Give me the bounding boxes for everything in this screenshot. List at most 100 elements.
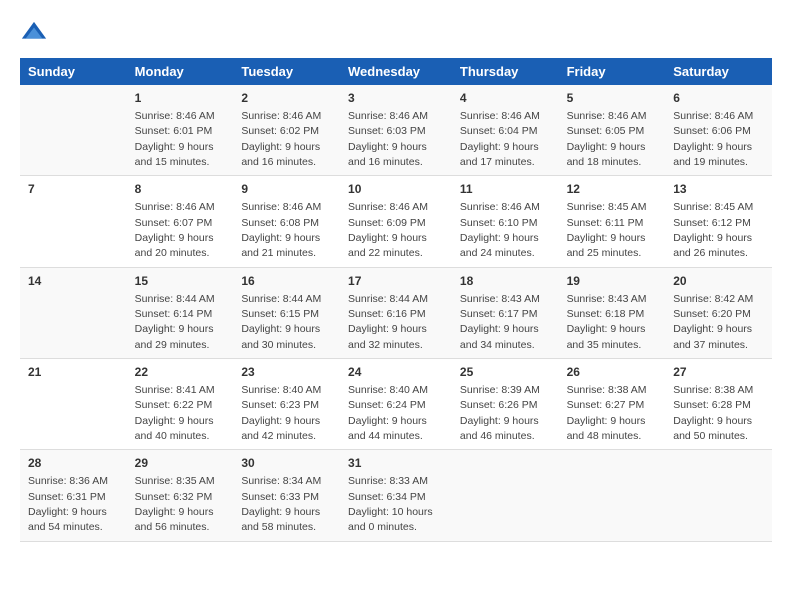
day-detail: Sunrise: 8:46 AMSunset: 6:10 PMDaylight:…: [460, 201, 540, 259]
day-number: 14: [28, 273, 119, 290]
day-detail: Sunrise: 8:40 AMSunset: 6:24 PMDaylight:…: [348, 384, 428, 442]
calendar-cell: 27 Sunrise: 8:38 AMSunset: 6:28 PMDayligh…: [665, 359, 772, 450]
day-detail: Sunrise: 8:46 AMSunset: 6:03 PMDaylight:…: [348, 110, 428, 168]
day-number: 4: [460, 90, 551, 107]
day-detail: Sunrise: 8:46 AMSunset: 6:09 PMDaylight:…: [348, 201, 428, 259]
header: [20, 20, 772, 48]
day-number: 27: [673, 364, 764, 381]
calendar-row-2: 14 15 Sunrise: 8:44 AMSunset: 6:14 PMDayli…: [20, 267, 772, 358]
day-number: 19: [567, 273, 658, 290]
calendar-cell: 11 Sunrise: 8:46 AMSunset: 6:10 PMDayligh…: [452, 176, 559, 267]
day-detail: Sunrise: 8:41 AMSunset: 6:22 PMDaylight:…: [135, 384, 215, 442]
header-cell-wednesday: Wednesday: [340, 58, 452, 85]
calendar-header: SundayMondayTuesdayWednesdayThursdayFrid…: [20, 58, 772, 85]
header-cell-tuesday: Tuesday: [233, 58, 340, 85]
calendar-cell: 30 Sunrise: 8:34 AMSunset: 6:33 PMDayligh…: [233, 450, 340, 541]
calendar-cell: 5Sunrise: 8:46 AMSunset: 6:05 PMDaylight…: [559, 85, 666, 176]
calendar-cell: 22 Sunrise: 8:41 AMSunset: 6:22 PMDayligh…: [127, 359, 234, 450]
calendar-cell: 31Sunrise: 8:33 AMSunset: 6:34 PMDayligh…: [340, 450, 452, 541]
calendar-cell: 19 Sunrise: 8:43 AMSunset: 6:18 PMDayligh…: [559, 267, 666, 358]
day-detail: Sunrise: 8:46 AMSunset: 6:01 PMDaylight:…: [135, 110, 215, 168]
calendar-cell: 23 Sunrise: 8:40 AMSunset: 6:23 PMDayligh…: [233, 359, 340, 450]
day-number: 28: [28, 455, 119, 472]
day-number: 29: [135, 455, 226, 472]
header-cell-friday: Friday: [559, 58, 666, 85]
day-number: 3: [348, 90, 444, 107]
day-detail: Sunrise: 8:44 AMSunset: 6:16 PMDaylight:…: [348, 293, 428, 351]
day-detail: Sunrise: 8:38 AMSunset: 6:27 PMDaylight:…: [567, 384, 647, 442]
day-detail: Sunrise: 8:36 AMSunset: 6:31 PMDaylight:…: [28, 475, 108, 533]
day-detail: Sunrise: 8:43 AMSunset: 6:18 PMDaylight:…: [567, 293, 647, 351]
day-detail: Sunrise: 8:40 AMSunset: 6:23 PMDaylight:…: [241, 384, 321, 442]
day-detail: Sunrise: 8:35 AMSunset: 6:32 PMDaylight:…: [135, 475, 215, 533]
calendar-row-4: 28 Sunrise: 8:36 AMSunset: 6:31 PMDayligh…: [20, 450, 772, 541]
day-number: 16: [241, 273, 332, 290]
day-number: 15: [135, 273, 226, 290]
calendar-cell: 26 Sunrise: 8:38 AMSunset: 6:27 PMDayligh…: [559, 359, 666, 450]
day-number: 17: [348, 273, 444, 290]
calendar-cell: 17 Sunrise: 8:44 AMSunset: 6:16 PMDayligh…: [340, 267, 452, 358]
calendar-table: SundayMondayTuesdayWednesdayThursdayFrid…: [20, 58, 772, 542]
day-number: 20: [673, 273, 764, 290]
day-number: 2: [241, 90, 332, 107]
calendar-cell: 24 Sunrise: 8:40 AMSunset: 6:24 PMDayligh…: [340, 359, 452, 450]
day-number: 9: [241, 181, 332, 198]
day-detail: Sunrise: 8:44 AMSunset: 6:14 PMDaylight:…: [135, 293, 215, 351]
day-number: 30: [241, 455, 332, 472]
day-number: 31: [348, 455, 444, 472]
day-number: 11: [460, 181, 551, 198]
header-cell-monday: Monday: [127, 58, 234, 85]
day-detail: Sunrise: 8:34 AMSunset: 6:33 PMDaylight:…: [241, 475, 321, 533]
header-cell-sunday: Sunday: [20, 58, 127, 85]
day-detail: Sunrise: 8:45 AMSunset: 6:11 PMDaylight:…: [567, 201, 647, 259]
logo: [20, 20, 52, 48]
calendar-cell: [20, 85, 127, 176]
day-number: 5: [567, 90, 658, 107]
calendar-cell: 6 Sunrise: 8:46 AMSunset: 6:06 PMDaylight…: [665, 85, 772, 176]
day-detail: Sunrise: 8:38 AMSunset: 6:28 PMDaylight:…: [673, 384, 753, 442]
header-row: SundayMondayTuesdayWednesdayThursdayFrid…: [20, 58, 772, 85]
calendar-cell: 13 Sunrise: 8:45 AMSunset: 6:12 PMDayligh…: [665, 176, 772, 267]
day-number: 21: [28, 364, 119, 381]
day-detail: Sunrise: 8:46 AMSunset: 6:02 PMDaylight:…: [241, 110, 321, 168]
day-number: 13: [673, 181, 764, 198]
calendar-cell: 12 Sunrise: 8:45 AMSunset: 6:11 PMDayligh…: [559, 176, 666, 267]
day-number: 26: [567, 364, 658, 381]
day-detail: Sunrise: 8:45 AMSunset: 6:12 PMDaylight:…: [673, 201, 753, 259]
day-number: 22: [135, 364, 226, 381]
calendar-cell: 1 Sunrise: 8:46 AMSunset: 6:01 PMDaylight…: [127, 85, 234, 176]
day-number: 6: [673, 90, 764, 107]
calendar-cell: 3 Sunrise: 8:46 AMSunset: 6:03 PMDaylight…: [340, 85, 452, 176]
day-detail: Sunrise: 8:39 AMSunset: 6:26 PMDaylight:…: [460, 384, 540, 442]
calendar-cell: 10 Sunrise: 8:46 AMSunset: 6:09 PMDayligh…: [340, 176, 452, 267]
calendar-cell: 4 Sunrise: 8:46 AMSunset: 6:04 PMDaylight…: [452, 85, 559, 176]
header-cell-saturday: Saturday: [665, 58, 772, 85]
calendar-cell: 16Sunrise: 8:44 AMSunset: 6:15 PMDayligh…: [233, 267, 340, 358]
calendar-row-0: 1 Sunrise: 8:46 AMSunset: 6:01 PMDaylight…: [20, 85, 772, 176]
calendar-row-1: 78 Sunrise: 8:46 AMSunset: 6:07 PMDayligh…: [20, 176, 772, 267]
calendar-cell: 28 Sunrise: 8:36 AMSunset: 6:31 PMDayligh…: [20, 450, 127, 541]
calendar-cell: 2 Sunrise: 8:46 AMSunset: 6:02 PMDaylight…: [233, 85, 340, 176]
day-detail: Sunrise: 8:46 AMSunset: 6:07 PMDaylight:…: [135, 201, 215, 259]
calendar-cell: 15 Sunrise: 8:44 AMSunset: 6:14 PMDayligh…: [127, 267, 234, 358]
day-detail: Sunrise: 8:46 AMSunset: 6:06 PMDaylight:…: [673, 110, 753, 168]
day-number: 23: [241, 364, 332, 381]
calendar-body: 1 Sunrise: 8:46 AMSunset: 6:01 PMDaylight…: [20, 85, 772, 541]
logo-icon: [20, 20, 48, 48]
calendar-cell: 9 Sunrise: 8:46 AMSunset: 6:08 PMDaylight…: [233, 176, 340, 267]
day-number: 1: [135, 90, 226, 107]
day-number: 24: [348, 364, 444, 381]
calendar-cell: [452, 450, 559, 541]
calendar-cell: [665, 450, 772, 541]
day-number: 12: [567, 181, 658, 198]
day-number: 8: [135, 181, 226, 198]
day-number: 25: [460, 364, 551, 381]
day-detail: Sunrise: 8:46 AMSunset: 6:08 PMDaylight:…: [241, 201, 321, 259]
day-detail: Sunrise: 8:46 AMSunset: 6:04 PMDaylight:…: [460, 110, 540, 168]
calendar-cell: 14: [20, 267, 127, 358]
calendar-cell: [559, 450, 666, 541]
day-number: 18: [460, 273, 551, 290]
day-number: 10: [348, 181, 444, 198]
calendar-cell: 7: [20, 176, 127, 267]
calendar-row-3: 21 22 Sunrise: 8:41 AMSunset: 6:22 PMDayli…: [20, 359, 772, 450]
